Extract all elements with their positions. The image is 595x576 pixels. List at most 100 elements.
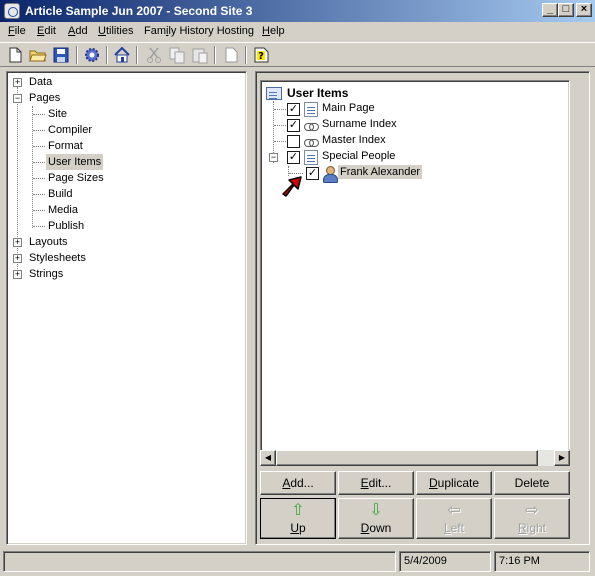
maximize-button[interactable]: □ [558, 3, 574, 17]
toolbar-separator [214, 46, 216, 64]
tree-node-media[interactable]: Media [48, 202, 78, 218]
expand-icon[interactable]: + [13, 238, 22, 247]
user-item-label-selected[interactable]: Frank Alexander [338, 165, 423, 179]
menu-bar: File Edit Add Utilities Family History H… [0, 22, 595, 41]
new-file-icon[interactable] [6, 46, 24, 64]
link-icon [304, 123, 319, 131]
user-items-root-label: User Items [287, 86, 349, 100]
tree-node-format[interactable]: Format [48, 138, 83, 154]
tree-connector [33, 178, 45, 179]
tree-connector [274, 141, 286, 142]
tree-connector [33, 114, 45, 115]
tree-label: Layouts [29, 236, 68, 248]
tree-label: Data [29, 76, 53, 88]
collapse-icon[interactable]: − [13, 94, 22, 103]
tree-node-publish[interactable]: Publish [48, 218, 84, 234]
toolbar-separator [136, 46, 138, 64]
right-arrow-icon: ⇨ [525, 502, 539, 519]
tree-node-build[interactable]: Build [48, 186, 72, 202]
pointer-arrow-icon [282, 176, 302, 197]
minimize-button[interactable]: _ [542, 3, 558, 17]
svg-text:?: ? [258, 51, 264, 62]
tree-node-user-items[interactable]: User Items [46, 154, 104, 170]
tree-connector [33, 162, 45, 163]
collapse-icon[interactable]: − [269, 153, 278, 162]
save-icon[interactable] [52, 46, 70, 64]
cut-icon[interactable] [145, 46, 163, 64]
tree-connector [274, 125, 286, 126]
right-button[interactable]: ⇨ Right [494, 498, 570, 539]
settings-gear-icon[interactable] [83, 46, 101, 64]
menu-help[interactable]: Help [262, 25, 285, 37]
navigation-tree[interactable]: + Data − Pages Site Compiler Format User… [6, 71, 247, 545]
scroll-right-icon[interactable]: ▶ [554, 450, 570, 466]
frank-alexander-checkbox[interactable]: ✓ [306, 167, 319, 180]
person-icon [322, 166, 338, 183]
toolbar-separator [106, 46, 108, 64]
menu-add[interactable]: Add [68, 25, 88, 37]
expand-icon[interactable]: + [13, 78, 22, 87]
main-page-checkbox[interactable]: ✓ [287, 103, 300, 116]
user-items-root-icon [266, 87, 282, 100]
expand-icon[interactable]: + [13, 254, 22, 263]
status-message [3, 551, 396, 572]
paste-icon[interactable] [191, 46, 209, 64]
link-icon [304, 139, 319, 147]
tree-connector [274, 109, 286, 110]
tree-node-site[interactable]: Site [48, 106, 67, 122]
duplicate-button[interactable]: Duplicate [416, 471, 492, 495]
user-items-tree[interactable]: User Items ✓ Main Page ✓ Surname Index M… [260, 80, 570, 465]
document-icon [304, 150, 318, 165]
menu-utilities[interactable]: Utilities [98, 25, 133, 37]
tree-connector [33, 210, 45, 211]
edit-button[interactable]: Edit... [338, 471, 414, 495]
status-date: 5/4/2009 [399, 551, 491, 572]
menu-file[interactable]: File [8, 25, 26, 37]
up-arrow-icon: ⇧ [291, 502, 305, 519]
close-button[interactable]: × [576, 3, 592, 17]
toolbar: ? [0, 42, 595, 67]
tree-connector [33, 130, 45, 131]
tree-label: Stylesheets [29, 252, 86, 264]
user-item-label[interactable]: Main Page [322, 102, 375, 114]
tree-connector [33, 226, 45, 227]
open-folder-icon[interactable] [29, 46, 47, 64]
title-bar: Article Sample Jun 2007 - Second Site 3 … [0, 0, 595, 22]
horizontal-scrollbar[interactable]: ◀ ▶ [260, 450, 570, 466]
status-bar: 5/4/2009 7:16 PM [0, 549, 595, 576]
copy-icon[interactable] [168, 46, 186, 64]
tree-connector [33, 194, 45, 195]
user-item-label[interactable]: Master Index [322, 134, 386, 146]
tree-node-page-sizes[interactable]: Page Sizes [48, 170, 104, 186]
toolbar-separator [245, 46, 247, 64]
left-button[interactable]: ⇦ Left [416, 498, 492, 539]
up-button[interactable]: ⇧ Up [260, 498, 336, 539]
tree-label: Pages [29, 92, 61, 104]
scroll-left-icon[interactable]: ◀ [260, 450, 276, 466]
status-time: 7:16 PM [494, 551, 590, 572]
menu-family-history-hosting[interactable]: Family History Hosting [144, 25, 254, 37]
expand-icon[interactable]: + [13, 270, 22, 279]
toolbar-separator [76, 46, 78, 64]
master-index-checkbox[interactable] [287, 135, 300, 148]
menu-edit[interactable]: Edit [37, 25, 56, 37]
home-icon[interactable] [113, 46, 131, 64]
tree-node-compiler[interactable]: Compiler [48, 122, 92, 138]
tree-label: Strings [29, 268, 64, 280]
down-button[interactable]: ⇩ Down [338, 498, 414, 539]
down-arrow-icon: ⇩ [369, 502, 383, 519]
user-item-label[interactable]: Surname Index [322, 118, 397, 130]
tree-connector [33, 146, 45, 147]
app-icon[interactable] [4, 3, 20, 19]
add-button[interactable]: Add... [260, 471, 336, 495]
blank-page-icon[interactable] [222, 46, 240, 64]
surname-index-checkbox[interactable]: ✓ [287, 119, 300, 132]
special-people-checkbox[interactable]: ✓ [287, 151, 300, 164]
document-icon [304, 102, 318, 117]
help-icon[interactable]: ? [252, 46, 270, 64]
delete-button[interactable]: Delete [494, 471, 570, 495]
left-arrow-icon: ⇦ [447, 502, 461, 519]
user-item-label[interactable]: Special People [322, 150, 395, 162]
window-title: Article Sample Jun 2007 - Second Site 3 [25, 4, 253, 18]
scrollbar-thumb[interactable] [276, 450, 538, 466]
